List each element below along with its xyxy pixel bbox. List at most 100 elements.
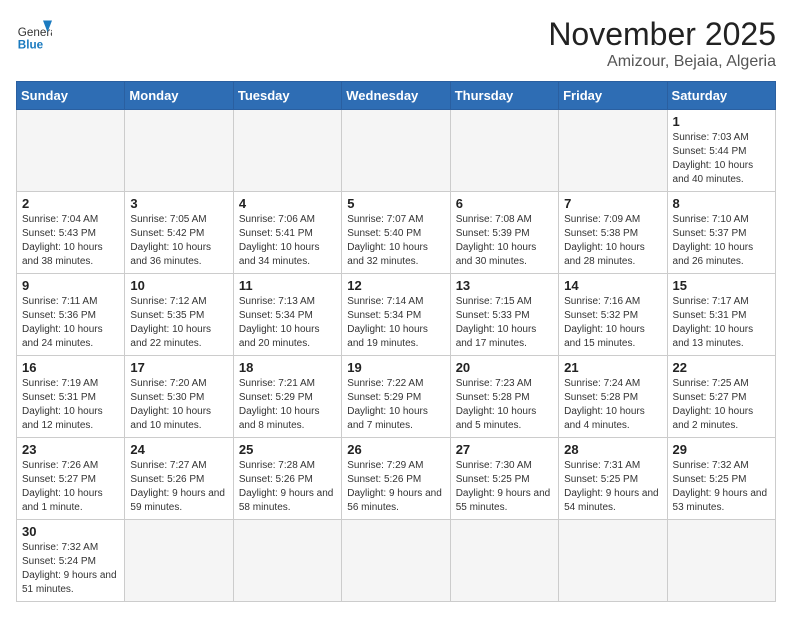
calendar-cell: 9 Sunrise: 7:11 AM Sunset: 5:36 PM Daylig… [17, 274, 125, 356]
day-info: Sunrise: 7:32 AM Sunset: 5:25 PM Dayligh… [673, 459, 770, 515]
day-info: Sunrise: 7:03 AM Sunset: 5:44 PM Dayligh… [673, 131, 770, 187]
day-info: Sunrise: 7:31 AM Sunset: 5:25 PM Dayligh… [564, 459, 661, 515]
weekday-header-saturday: Saturday [667, 82, 775, 110]
day-info: Sunrise: 7:12 AM Sunset: 5:35 PM Dayligh… [130, 295, 227, 351]
week-row-5: 23Sunrise: 7:26 AM Sunset: 5:27 PM Dayli… [17, 438, 776, 520]
day-number: 4 [239, 196, 336, 211]
day-info: Sunrise: 7:11 AM Sunset: 5:36 PM Dayligh… [22, 295, 119, 351]
calendar-cell [342, 520, 450, 602]
calendar-table: SundayMondayTuesdayWednesdayThursdayFrid… [16, 81, 776, 602]
day-number: 25 [239, 442, 336, 457]
calendar-cell: 6Sunrise: 7:08 AM Sunset: 5:39 PM Daylig… [450, 192, 558, 274]
calendar-cell: 28 Sunrise: 7:31 AM Sunset: 5:25 PM Dayli… [559, 438, 667, 520]
calendar-cell [667, 520, 775, 602]
day-info: Sunrise: 7:17 AM Sunset: 5:31 PM Dayligh… [673, 295, 770, 351]
calendar-cell: 5Sunrise: 7:07 AM Sunset: 5:40 PM Daylig… [342, 192, 450, 274]
week-row-2: 2 Sunrise: 7:04 AM Sunset: 5:43 PM Daylig… [17, 192, 776, 274]
calendar-cell [559, 110, 667, 192]
title-area: November 2025 Amizour, Bejaia, Algeria [548, 16, 776, 71]
day-info: Sunrise: 7:28 AM Sunset: 5:26 PM Dayligh… [239, 459, 336, 515]
calendar-cell [125, 520, 233, 602]
logo: General Blue [16, 16, 52, 52]
day-number: 21 [564, 360, 661, 375]
day-number: 27 [456, 442, 553, 457]
day-info: Sunrise: 7:23 AM Sunset: 5:28 PM Dayligh… [456, 377, 553, 433]
calendar-cell: 26 Sunrise: 7:29 AM Sunset: 5:26 PM Dayli… [342, 438, 450, 520]
calendar-cell: 19 Sunrise: 7:22 AM Sunset: 5:29 PM Dayli… [342, 356, 450, 438]
day-number: 22 [673, 360, 770, 375]
day-number: 26 [347, 442, 444, 457]
day-number: 3 [130, 196, 227, 211]
calendar-cell [559, 520, 667, 602]
calendar-cell: 16Sunrise: 7:19 AM Sunset: 5:31 PM Dayli… [17, 356, 125, 438]
day-number: 13 [456, 278, 553, 293]
day-info: Sunrise: 7:25 AM Sunset: 5:27 PM Dayligh… [673, 377, 770, 433]
day-info: Sunrise: 7:29 AM Sunset: 5:26 PM Dayligh… [347, 459, 444, 515]
calendar-cell [17, 110, 125, 192]
calendar-cell: 23Sunrise: 7:26 AM Sunset: 5:27 PM Dayli… [17, 438, 125, 520]
day-number: 1 [673, 114, 770, 129]
calendar-cell: 1 Sunrise: 7:03 AM Sunset: 5:44 PM Daylig… [667, 110, 775, 192]
day-number: 15 [673, 278, 770, 293]
day-info: Sunrise: 7:21 AM Sunset: 5:29 PM Dayligh… [239, 377, 336, 433]
calendar-cell: 11Sunrise: 7:13 AM Sunset: 5:34 PM Dayli… [233, 274, 341, 356]
day-number: 2 [22, 196, 119, 211]
calendar-cell [450, 110, 558, 192]
location-title: Amizour, Bejaia, Algeria [548, 53, 776, 71]
day-number: 18 [239, 360, 336, 375]
day-info: Sunrise: 7:30 AM Sunset: 5:25 PM Dayligh… [456, 459, 553, 515]
week-row-3: 9 Sunrise: 7:11 AM Sunset: 5:36 PM Daylig… [17, 274, 776, 356]
day-number: 5 [347, 196, 444, 211]
day-number: 28 [564, 442, 661, 457]
day-info: Sunrise: 7:16 AM Sunset: 5:32 PM Dayligh… [564, 295, 661, 351]
weekday-header-sunday: Sunday [17, 82, 125, 110]
calendar-cell: 4Sunrise: 7:06 AM Sunset: 5:41 PM Daylig… [233, 192, 341, 274]
day-number: 12 [347, 278, 444, 293]
day-number: 19 [347, 360, 444, 375]
calendar-cell: 14 Sunrise: 7:16 AM Sunset: 5:32 PM Dayli… [559, 274, 667, 356]
day-number: 9 [22, 278, 119, 293]
calendar-cell: 27 Sunrise: 7:30 AM Sunset: 5:25 PM Dayli… [450, 438, 558, 520]
logo-icon: General Blue [16, 16, 52, 52]
day-info: Sunrise: 7:10 AM Sunset: 5:37 PM Dayligh… [673, 213, 770, 269]
calendar-cell [233, 520, 341, 602]
calendar-cell: 12 Sunrise: 7:14 AM Sunset: 5:34 PM Dayli… [342, 274, 450, 356]
calendar-cell: 8 Sunrise: 7:10 AM Sunset: 5:37 PM Daylig… [667, 192, 775, 274]
calendar-cell: 22 Sunrise: 7:25 AM Sunset: 5:27 PM Dayli… [667, 356, 775, 438]
calendar-cell: 17Sunrise: 7:20 AM Sunset: 5:30 PM Dayli… [125, 356, 233, 438]
weekday-header-wednesday: Wednesday [342, 82, 450, 110]
page-header: General Blue November 2025 Amizour, Beja… [16, 16, 776, 71]
day-info: Sunrise: 7:09 AM Sunset: 5:38 PM Dayligh… [564, 213, 661, 269]
calendar-cell: 7 Sunrise: 7:09 AM Sunset: 5:38 PM Daylig… [559, 192, 667, 274]
calendar-cell: 10 Sunrise: 7:12 AM Sunset: 5:35 PM Dayli… [125, 274, 233, 356]
weekday-header-thursday: Thursday [450, 82, 558, 110]
week-row-4: 16Sunrise: 7:19 AM Sunset: 5:31 PM Dayli… [17, 356, 776, 438]
day-number: 7 [564, 196, 661, 211]
calendar-cell: 25 Sunrise: 7:28 AM Sunset: 5:26 PM Dayli… [233, 438, 341, 520]
calendar-cell: 18 Sunrise: 7:21 AM Sunset: 5:29 PM Dayli… [233, 356, 341, 438]
calendar-cell [342, 110, 450, 192]
week-row-1: 1 Sunrise: 7:03 AM Sunset: 5:44 PM Daylig… [17, 110, 776, 192]
calendar-cell: 21 Sunrise: 7:24 AM Sunset: 5:28 PM Dayli… [559, 356, 667, 438]
day-number: 14 [564, 278, 661, 293]
day-info: Sunrise: 7:24 AM Sunset: 5:28 PM Dayligh… [564, 377, 661, 433]
day-info: Sunrise: 7:26 AM Sunset: 5:27 PM Dayligh… [22, 459, 119, 515]
calendar-cell [450, 520, 558, 602]
calendar-cell: 2 Sunrise: 7:04 AM Sunset: 5:43 PM Daylig… [17, 192, 125, 274]
weekday-header-row: SundayMondayTuesdayWednesdayThursdayFrid… [17, 82, 776, 110]
calendar-cell: 20Sunrise: 7:23 AM Sunset: 5:28 PM Dayli… [450, 356, 558, 438]
day-info: Sunrise: 7:19 AM Sunset: 5:31 PM Dayligh… [22, 377, 119, 433]
week-row-6: 30Sunrise: 7:32 AM Sunset: 5:24 PM Dayli… [17, 520, 776, 602]
day-number: 10 [130, 278, 227, 293]
day-info: Sunrise: 7:04 AM Sunset: 5:43 PM Dayligh… [22, 213, 119, 269]
calendar-cell [125, 110, 233, 192]
calendar-cell: 13Sunrise: 7:15 AM Sunset: 5:33 PM Dayli… [450, 274, 558, 356]
day-number: 8 [673, 196, 770, 211]
calendar-cell: 15 Sunrise: 7:17 AM Sunset: 5:31 PM Dayli… [667, 274, 775, 356]
day-info: Sunrise: 7:14 AM Sunset: 5:34 PM Dayligh… [347, 295, 444, 351]
calendar-cell: 29Sunrise: 7:32 AM Sunset: 5:25 PM Dayli… [667, 438, 775, 520]
day-info: Sunrise: 7:22 AM Sunset: 5:29 PM Dayligh… [347, 377, 444, 433]
calendar-cell [233, 110, 341, 192]
svg-text:Blue: Blue [18, 38, 44, 51]
weekday-header-monday: Monday [125, 82, 233, 110]
